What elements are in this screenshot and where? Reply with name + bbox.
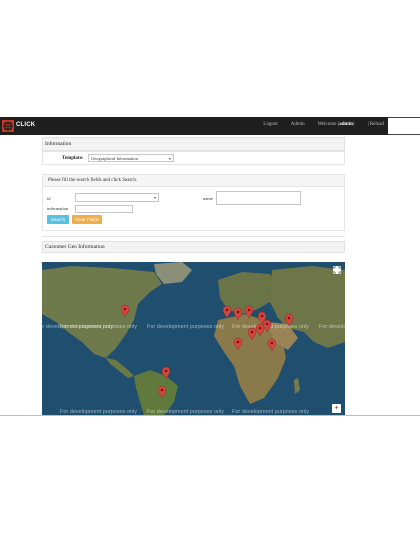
search-instruction: Please fill the search fields and click …	[43, 175, 344, 187]
brand-name[interactable]: CLICK	[16, 122, 35, 128]
reload-link[interactable]: | Reload	[368, 122, 384, 127]
welcome-suffix: )	[352, 122, 355, 127]
id-select[interactable]: ▾	[75, 193, 159, 202]
welcome-prefix: Welcome (	[317, 122, 340, 127]
welcome-text: Welcome (admin)	[318, 122, 355, 127]
top-navbar: CLICK Logout Admin Welcome (admin) | Rel…	[0, 117, 388, 135]
information-header: Information	[42, 137, 345, 151]
logo-icon	[2, 120, 14, 132]
admin-link[interactable]: Admin	[291, 122, 305, 127]
watermark-text: For development purposes only	[319, 324, 345, 330]
caret-down-icon: ▾	[168, 156, 171, 161]
template-select-value: Geographical Information	[91, 156, 138, 161]
main-content: Information Template: Geographical Infor…	[42, 137, 345, 253]
template-label: Template:	[62, 156, 84, 161]
name-input[interactable]	[216, 191, 301, 205]
template-select[interactable]: Geographical Information ▾	[88, 154, 174, 162]
logout-link[interactable]: Logout	[263, 122, 277, 127]
name-label: name	[203, 196, 213, 201]
welcome-user: admin	[339, 122, 353, 127]
map-canvas: For development purposes only For develo…	[42, 262, 345, 415]
information-input[interactable]	[75, 205, 133, 213]
template-row: Template: Geographical Information ▾	[42, 151, 345, 165]
clear-fields-button[interactable]: Clear Fields	[72, 215, 102, 224]
zoom-in-button[interactable]: +	[332, 404, 341, 413]
search-panel: Please fill the search fields and click …	[42, 174, 345, 231]
navbar-extension	[388, 117, 420, 135]
nav-links: Logout Admin Welcome (admin) | Reload	[263, 122, 384, 127]
fullscreen-icon[interactable]	[333, 266, 341, 274]
search-button[interactable]: Search	[47, 215, 69, 224]
geo-header: Customer Geo Information	[42, 241, 345, 253]
watermark-text: For development purposes only	[60, 324, 137, 330]
bottom-rule	[0, 415, 420, 416]
caret-down-icon: ▾	[153, 195, 156, 200]
id-label: id	[47, 196, 51, 201]
watermark-text: For development purposes only	[147, 324, 224, 330]
information-label: information	[47, 206, 69, 211]
world-map[interactable]: For development purposes only For develo…	[42, 262, 345, 415]
section-divider	[42, 236, 345, 237]
